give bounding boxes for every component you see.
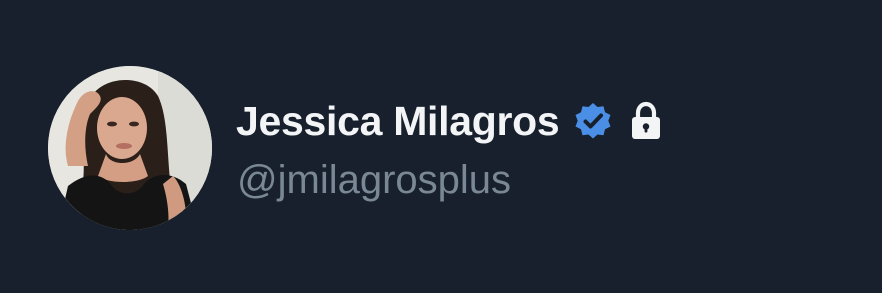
name-row: Jessica Milagros — [236, 96, 663, 146]
display-name[interactable]: Jessica Milagros — [236, 96, 560, 146]
lock-icon — [629, 101, 663, 141]
username-handle[interactable]: @jmilagrosplus — [237, 152, 511, 208]
avatar[interactable] — [48, 66, 212, 230]
profile-header: Jessica Milagros @jmilagrosplus — [0, 0, 882, 293]
verified-badge-icon[interactable] — [573, 101, 613, 141]
avatar-photo — [48, 66, 212, 230]
